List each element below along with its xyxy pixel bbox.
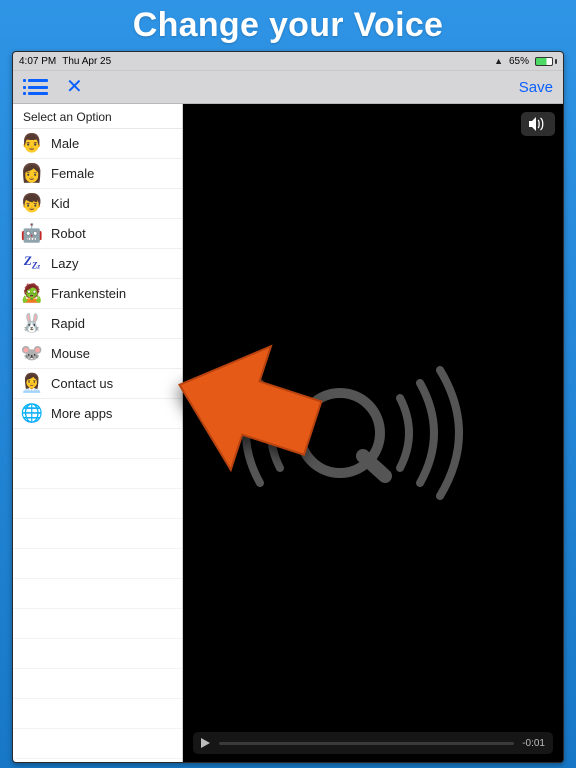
sidebar-item-robot[interactable]: 🤖 Robot xyxy=(13,219,182,249)
save-button[interactable]: Save xyxy=(519,79,553,96)
progress-track[interactable] xyxy=(219,742,514,745)
sidebar-item-kid[interactable]: 👦 Kid xyxy=(13,189,182,219)
sidebar-item-label: Female xyxy=(51,166,94,181)
list-icon[interactable] xyxy=(28,79,48,95)
sidebar-item-label: Male xyxy=(51,136,79,151)
kid-icon: 👦 xyxy=(21,193,43,215)
female-icon: 👩 xyxy=(21,163,43,185)
sidebar-item-contact-us[interactable]: 👩‍💼 Contact us xyxy=(13,369,182,399)
promo-title: Change your Voice xyxy=(133,6,444,45)
time-remaining: -0:01 xyxy=(522,738,545,749)
sidebar-item-label: Lazy xyxy=(51,256,78,271)
sidebar-item-lazy[interactable]: ZZz Lazy xyxy=(13,249,182,279)
battery-icon xyxy=(535,57,557,66)
sidebar-item-female[interactable]: 👩 Female xyxy=(13,159,182,189)
status-bar: 4:07 PM Thu Apr 25 65% xyxy=(13,52,563,70)
toolbar: ✕ Save xyxy=(13,70,563,104)
sidebar-item-label: Rapid xyxy=(51,316,85,331)
more-apps-icon: 🌐 xyxy=(21,403,43,425)
status-date: Thu Apr 25 xyxy=(62,56,111,67)
close-button[interactable]: ✕ xyxy=(66,77,83,97)
robot-icon: 🤖 xyxy=(21,223,43,245)
sidebar-item-label: Kid xyxy=(51,196,70,211)
sidebar: Select an Option 👨 Male 👩 Female 👦 Kid 🤖 Robot Z… xyxy=(13,104,183,762)
sidebar-item-rapid[interactable]: 🐰 Rapid xyxy=(13,309,182,339)
sidebar-item-label: Contact us xyxy=(51,376,113,391)
sidebar-item-label: Frankenstein xyxy=(51,286,126,301)
broadcast-logo-icon xyxy=(235,358,465,508)
wifi-icon xyxy=(494,56,503,67)
sidebar-filler xyxy=(13,429,182,759)
status-time: 4:07 PM xyxy=(19,56,56,67)
frankenstein-icon: 🧟 xyxy=(21,283,43,305)
promo-background: Change your Voice 4:07 PM Thu Apr 25 65% xyxy=(0,0,576,768)
sidebar-item-mouse[interactable]: 🐭 Mouse xyxy=(13,339,182,369)
playback-bar[interactable]: -0:01 xyxy=(193,732,553,754)
sidebar-item-more-apps[interactable]: 🌐 More apps xyxy=(13,399,182,429)
sidebar-item-label: Robot xyxy=(51,226,86,241)
device-frame: 4:07 PM Thu Apr 25 65% ✕ Save xyxy=(12,51,564,763)
main-area: Select an Option 👨 Male 👩 Female 👦 Kid 🤖 Robot Z… xyxy=(13,104,563,762)
sidebar-item-frankenstein[interactable]: 🧟 Frankenstein xyxy=(13,279,182,309)
video-content: -0:01 xyxy=(183,104,563,762)
battery-percent: 65% xyxy=(509,56,529,67)
sidebar-options: 👨 Male 👩 Female 👦 Kid 🤖 Robot ZZz Lazy 🧟 Frankenste… xyxy=(13,129,182,429)
sidebar-header: Select an Option xyxy=(13,104,182,129)
contact-us-icon: 👩‍💼 xyxy=(21,373,43,395)
lazy-icon: ZZz xyxy=(21,253,43,275)
male-icon: 👨 xyxy=(21,133,43,155)
play-icon[interactable] xyxy=(201,738,211,748)
sidebar-item-male[interactable]: 👨 Male xyxy=(13,129,182,159)
speaker-button[interactable] xyxy=(521,112,555,136)
sidebar-item-label: Mouse xyxy=(51,346,90,361)
sidebar-item-label: More apps xyxy=(51,406,112,421)
rapid-icon: 🐰 xyxy=(21,313,43,335)
mouse-icon: 🐭 xyxy=(21,343,43,365)
